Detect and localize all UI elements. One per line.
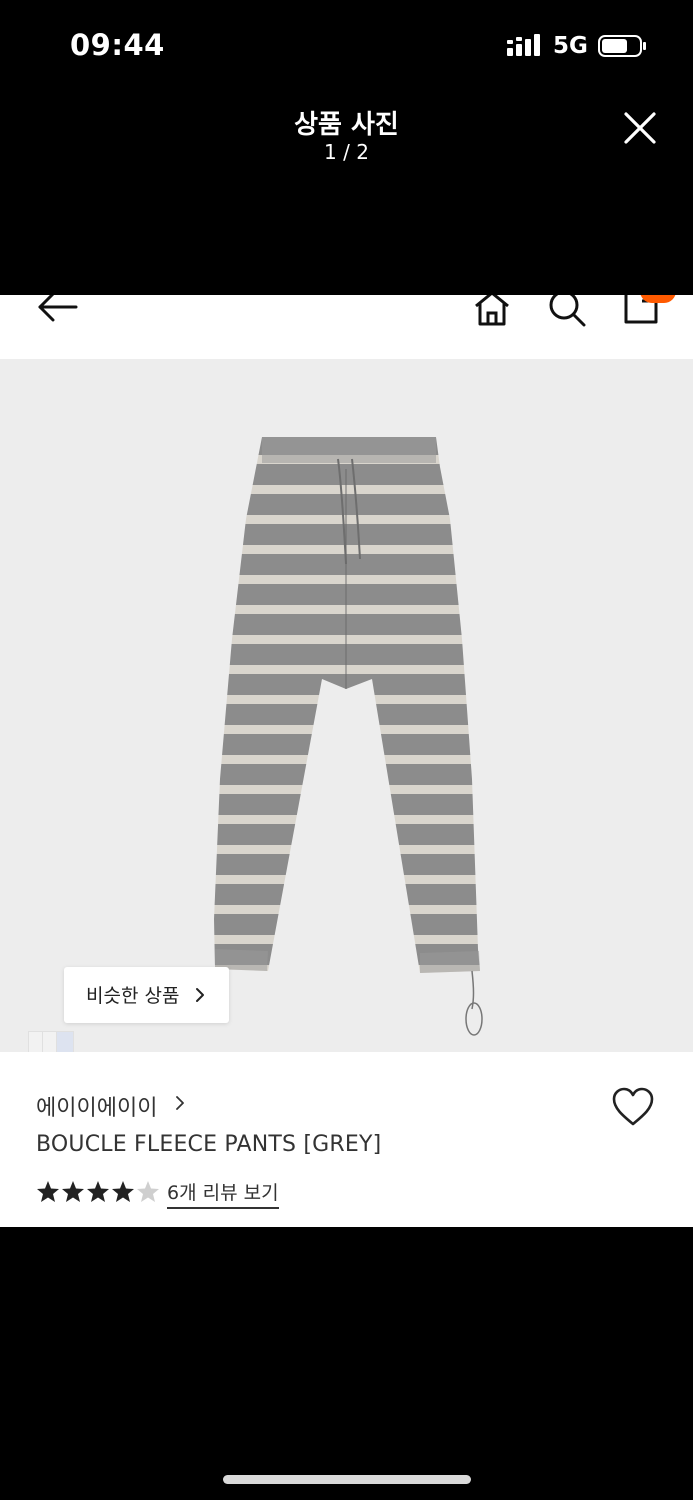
battery-icon [598,35,646,57]
viewer-title: 상품 사진 [294,110,399,140]
home-icon [475,295,509,326]
close-icon [624,112,656,144]
back-arrow-icon [38,295,78,322]
star-icon [62,1181,84,1202]
shop-nav-bar [0,295,693,359]
product-photo: 비슷한 상품 에이이에이이 BOUCLE FLEECE PANTS [GREY]… [0,295,693,1227]
product-image [0,359,693,1087]
search-icon [549,295,586,327]
star-half-icon [137,1181,159,1202]
similar-products-button[interactable]: 비슷한 상품 [64,967,229,1023]
close-button[interactable] [620,108,660,148]
rating-stars [37,1181,159,1202]
review-link[interactable]: 6개 리뷰 보기 [167,1178,279,1209]
network-type: 5G [553,33,588,59]
star-icon [87,1181,109,1202]
chevron-right-icon [196,988,204,1002]
star-icon [37,1181,59,1202]
chevron-right-icon [176,1096,184,1110]
cellular-signal-icon [507,34,540,56]
status-bar: 09:44 5G [0,0,693,95]
pants-illustration [214,437,483,1036]
photo-counter: 1 / 2 [324,140,369,164]
product-name: BOUCLE FLEECE PANTS [GREY] [36,1132,382,1157]
heart-icon [612,1087,654,1126]
star-icon [112,1181,134,1202]
home-indicator[interactable] [223,1475,471,1484]
status-time: 09:44 [70,28,165,62]
like-button[interactable] [610,1086,656,1128]
similar-products-label: 비슷한 상품 [86,985,180,1007]
product-info: 에이이에이이 BOUCLE FLEECE PANTS [GREY] 6개 리뷰 … [0,1052,693,1227]
brand-link[interactable]: 에이이에이이 [36,1090,157,1122]
